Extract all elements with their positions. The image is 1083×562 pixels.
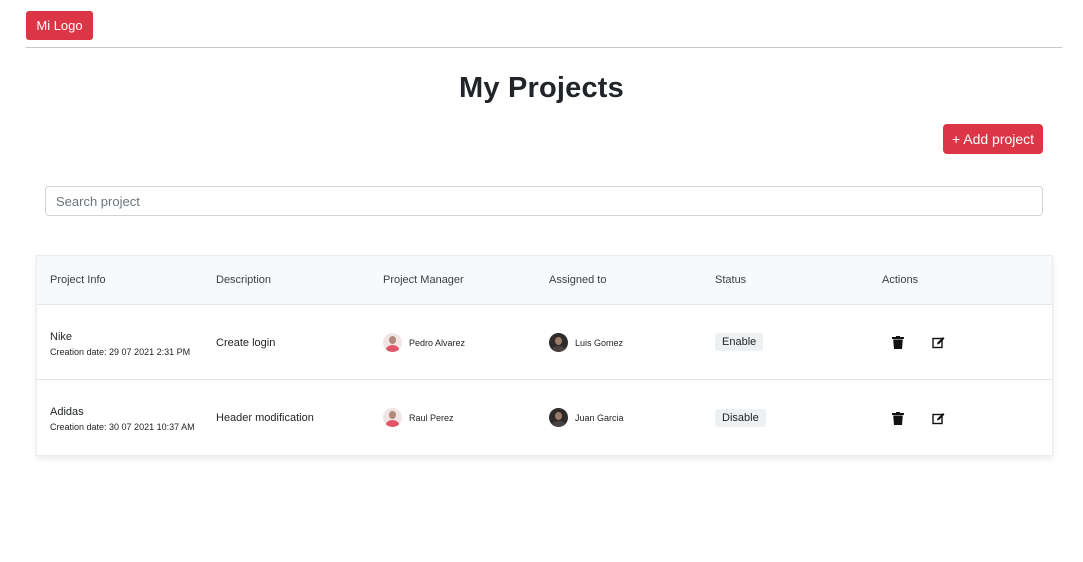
edit-icon[interactable] xyxy=(930,410,946,426)
creation-date: Creation date: 30 07 2021 10:37 AM xyxy=(50,422,195,432)
project-description: Header modification xyxy=(216,412,314,424)
search-input[interactable] xyxy=(45,186,1043,216)
project-manager: Raul Perez xyxy=(383,408,454,427)
manager-name: Pedro Alvarez xyxy=(409,337,466,348)
column-header-status: Status xyxy=(715,274,747,286)
project-description: Create login xyxy=(216,337,276,349)
avatar xyxy=(383,333,402,352)
status-badge: Disable xyxy=(715,409,766,427)
column-header-assigned-to: Assigned to xyxy=(549,274,607,286)
column-header-project-info: Project Info xyxy=(50,274,106,286)
column-header-project-manager: Project Manager xyxy=(383,274,464,286)
table-row: Adidas Creation date: 30 07 2021 10:37 A… xyxy=(37,381,1052,456)
page-title: My Projects xyxy=(459,72,624,104)
manager-name: Raul Perez xyxy=(409,412,454,423)
creation-date: Creation date: 29 07 2021 2:31 PM xyxy=(50,347,191,357)
column-header-actions: Actions xyxy=(882,274,919,286)
edit-icon[interactable] xyxy=(930,334,946,350)
table-row: Nike Creation date: 29 07 2021 2:31 PM C… xyxy=(37,305,1052,380)
avatar xyxy=(549,333,568,352)
project-name: Nike xyxy=(50,331,73,343)
assigned-user: Luis Gomez xyxy=(549,333,623,352)
avatar xyxy=(383,408,402,427)
avatar xyxy=(549,408,568,427)
project-manager: Pedro Alvarez xyxy=(383,333,465,352)
status-badge: Enable xyxy=(715,333,764,351)
projects-table: Project Info Description Project Manager… xyxy=(36,255,1053,456)
assigned-user: Juan Garcia xyxy=(549,408,624,427)
assigned-name: Luis Gomez xyxy=(575,337,624,348)
column-header-description: Description xyxy=(216,274,272,286)
trash-icon[interactable] xyxy=(890,334,906,350)
trash-icon[interactable] xyxy=(890,410,906,426)
assigned-name: Juan Garcia xyxy=(575,412,624,423)
logo-button[interactable]: Mi Logo xyxy=(26,11,93,40)
table-header: Project Info Description Project Manager… xyxy=(37,256,1052,305)
add-project-button[interactable]: + Add project xyxy=(943,124,1043,154)
project-name: Adidas xyxy=(50,406,84,418)
top-navbar: Mi Logo xyxy=(26,11,1062,48)
